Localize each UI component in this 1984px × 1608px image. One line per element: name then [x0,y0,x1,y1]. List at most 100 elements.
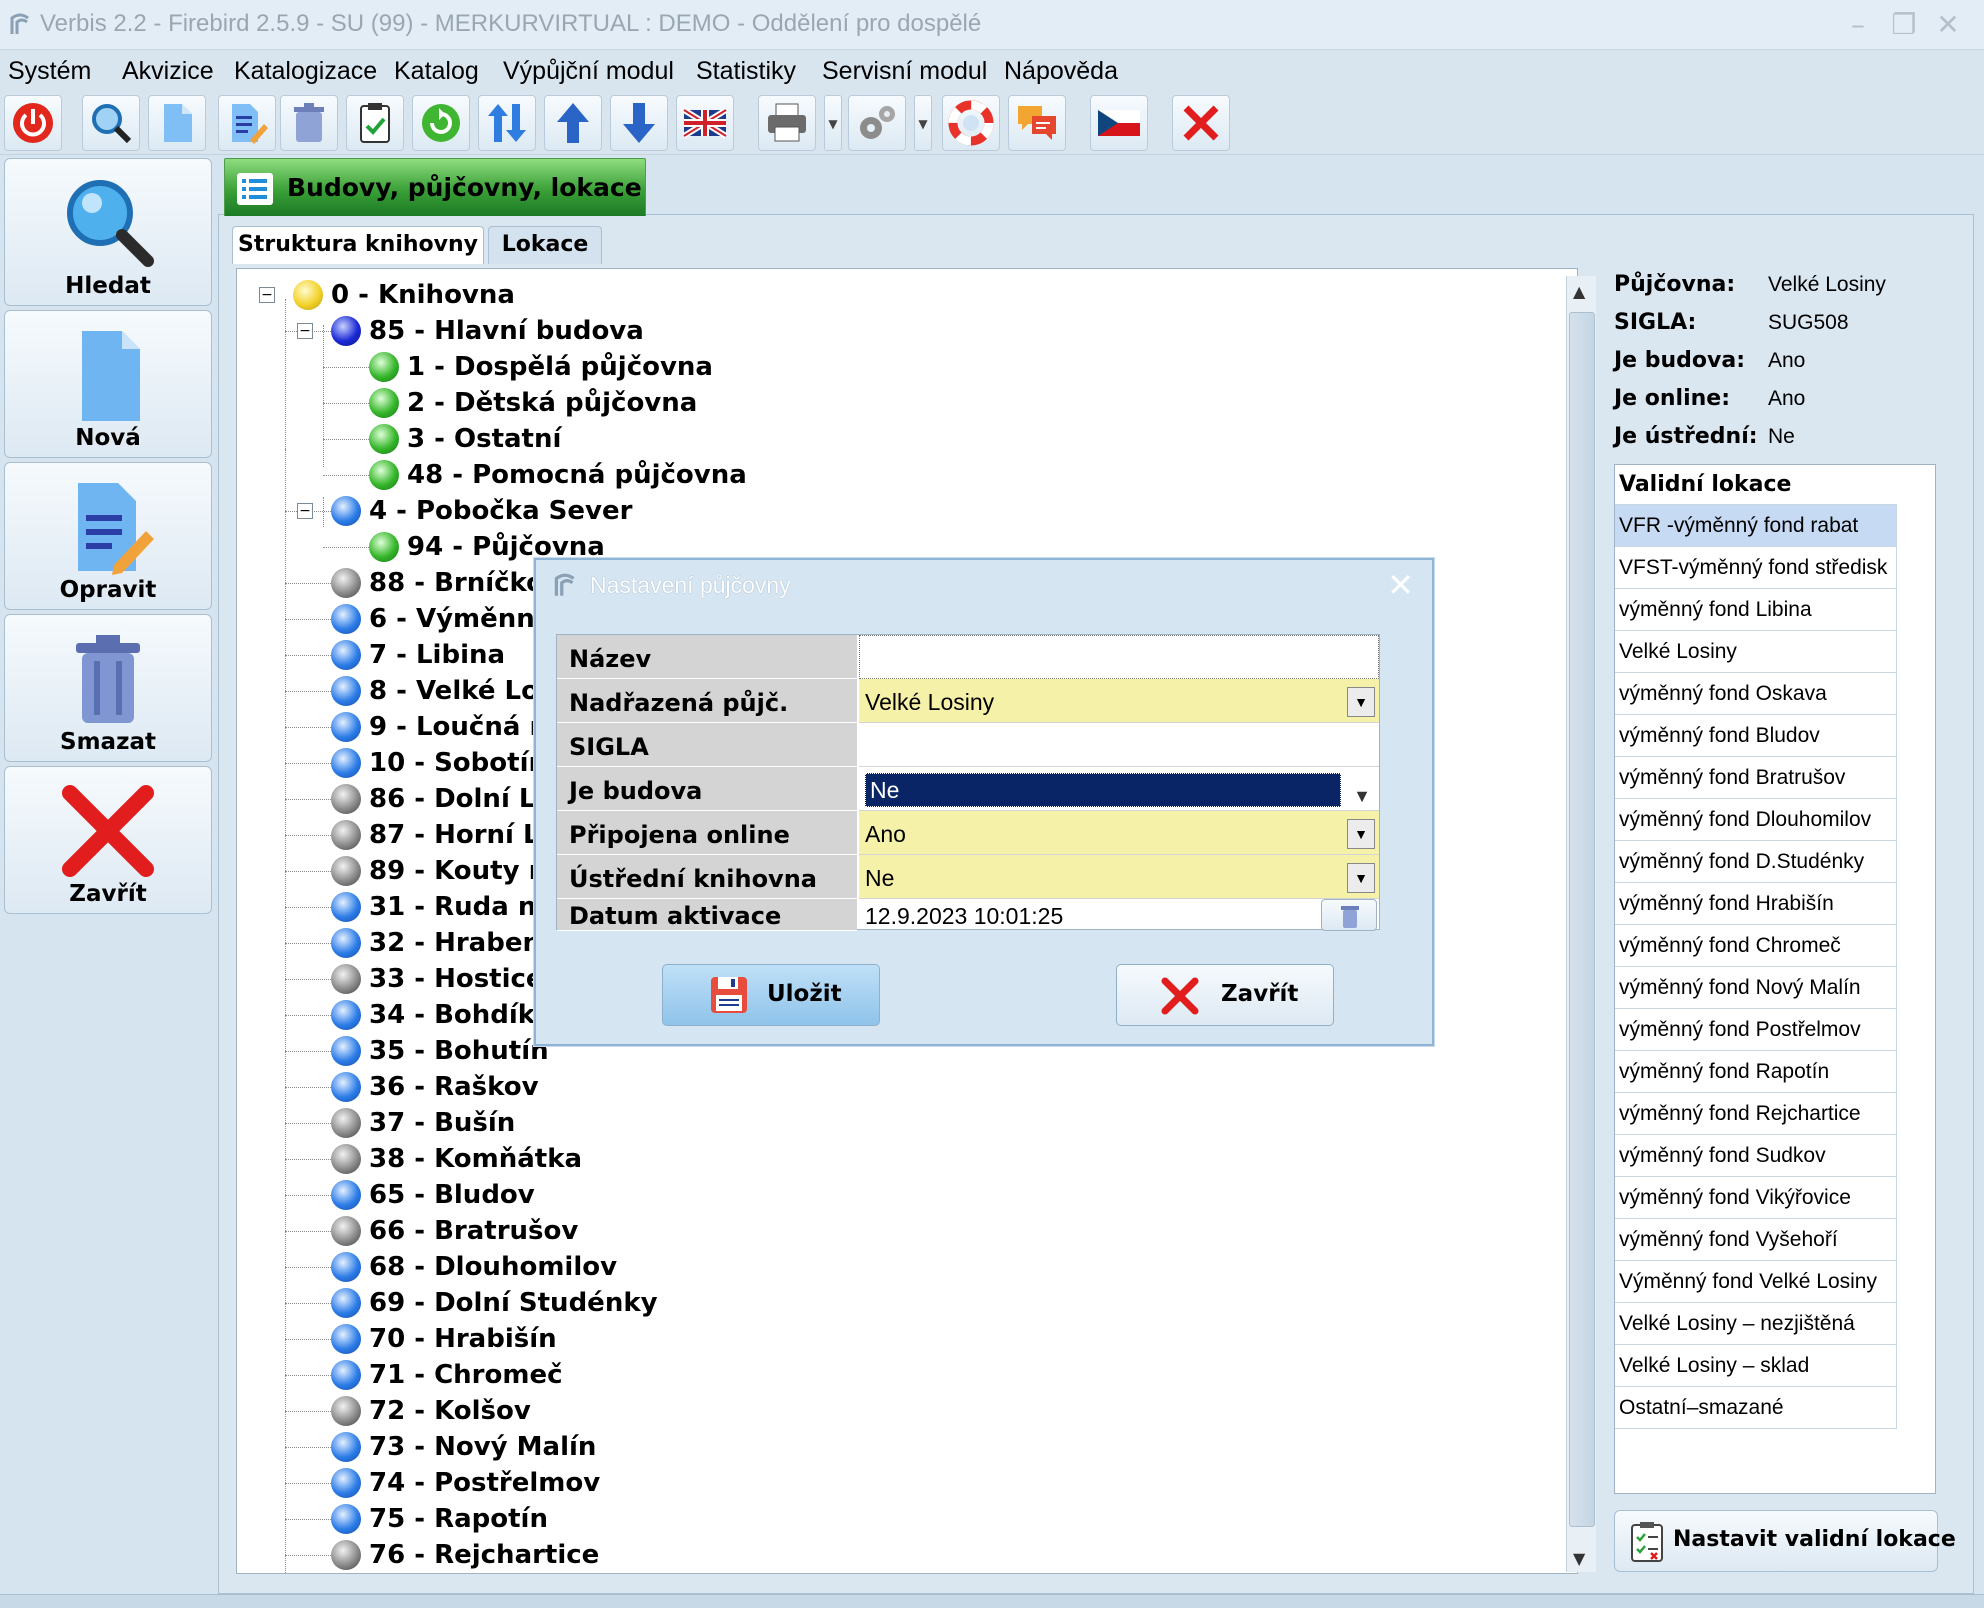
branch-settings-dialog: Nastavení půjčovny ✕ Název Nadřazená půj… [534,558,1434,1046]
menu-vypujcni-modul[interactable]: Výpůjční modul [503,57,674,86]
info-sigla-label: SIGLA: [1614,310,1697,335]
budova-select[interactable]: Ne ▼ [859,767,1379,811]
tree-node-label: 32 - Hrabeno [369,928,559,958]
menu-servisni-modul[interactable]: Servisní modul [822,57,987,86]
scroll-up-icon[interactable]: ▲ [1573,282,1585,301]
search-toolbar-button[interactable] [82,95,140,151]
valid-location-item[interactable]: VFST-výměnný fond středisk [1615,547,1897,589]
tab-struktura-knihovny[interactable]: Struktura knihovny [232,226,484,264]
menu-system[interactable]: Systém [8,57,91,86]
menu-bar: Systém Akvizice Katalogizace Katalog Výp… [0,51,1984,91]
form-row-nazev: Název [557,635,1379,679]
nazev-input[interactable] [859,635,1379,679]
tree-scrollbar[interactable]: ▲ ▼ [1566,276,1596,1572]
menu-katalog[interactable]: Katalog [394,57,479,86]
save-button[interactable]: Uložit [662,964,880,1026]
set-valid-locations-button[interactable]: Nastavit validní lokace [1614,1510,1956,1572]
maximize-button[interactable]: ❐ [1884,8,1924,42]
valid-location-item[interactable]: výměnný fond Dlouhomilov [1615,799,1897,841]
menu-akvizice[interactable]: Akvizice [122,57,214,86]
scroll-down-icon[interactable]: ▼ [1573,1549,1585,1568]
menu-napoveda[interactable]: Nápověda [1004,57,1118,86]
valid-location-item[interactable]: výměnný fond Postřelmov [1615,1009,1897,1051]
valid-location-item[interactable]: výměnný fond Bratrušov [1615,757,1897,799]
blue-status-ball-icon [331,640,361,670]
toolbar: ▼ ▼ [0,91,1984,155]
clear-date-button[interactable] [1321,899,1377,931]
tree-connector-line [285,1303,331,1304]
valid-location-item[interactable]: výměnný fond Vyšehoří [1615,1219,1897,1261]
move-down-toolbar-button[interactable] [610,95,668,151]
online-select[interactable]: Ano ▼ [859,811,1379,855]
valid-location-item[interactable]: Velké Losiny [1615,631,1897,673]
refresh-toolbar-button[interactable] [412,95,470,151]
ustredni-select[interactable]: Ne ▼ [859,855,1379,899]
sigla-input[interactable] [859,723,1379,767]
floppy-disk-icon [711,977,747,1013]
valid-location-item[interactable]: výměnný fond Libina [1615,589,1897,631]
valid-location-item[interactable]: výměnný fond Oskava [1615,673,1897,715]
new-toolbar-button[interactable] [148,95,206,151]
tree-node-label: 74 - Postřelmov [369,1468,601,1498]
help-toolbar-button[interactable] [942,95,1000,151]
english-language-button[interactable] [676,95,734,151]
menu-katalogizace[interactable]: Katalogizace [234,57,377,86]
close-toolbar-button[interactable] [1172,95,1230,151]
valid-location-item[interactable]: výměnný fond Chromeč [1615,925,1897,967]
chevron-down-icon[interactable]: ▼ [1347,687,1375,717]
tree-connector-line [285,727,331,728]
minimize-button[interactable]: – [1838,8,1878,42]
valid-location-item[interactable]: výměnný fond Hrabišín [1615,883,1897,925]
print-dropdown-button[interactable]: ▼ [824,95,842,151]
valid-location-item[interactable]: výměnný fond Rejchartice [1615,1093,1897,1135]
delete-side-button[interactable]: Smazat [4,614,212,762]
settings-dropdown-button[interactable]: ▼ [914,95,932,151]
messages-toolbar-button[interactable] [1008,95,1066,151]
valid-location-item[interactable]: výměnný fond Sudkov [1615,1135,1897,1177]
tree-connector-line [285,1411,331,1412]
close-side-button[interactable]: Zavřít [4,766,212,914]
delete-toolbar-button[interactable] [280,95,338,151]
valid-location-item[interactable]: výměnný fond Bludov [1615,715,1897,757]
gray-status-ball-icon [331,1216,361,1246]
edit-side-button[interactable]: Opravit [4,462,212,610]
panel-title-tab[interactable]: Budovy, půjčovny, lokace [224,158,646,216]
valid-location-item[interactable]: výměnný fond Vikýřovice [1615,1177,1897,1219]
power-button[interactable] [4,95,62,151]
edit-toolbar-button[interactable] [218,95,276,151]
chevron-down-icon[interactable]: ▼ [1347,863,1375,893]
valid-location-item[interactable]: Velké Losiny – sklad [1615,1345,1897,1387]
tree-collapse-toggle[interactable]: − [297,323,313,339]
settings-toolbar-button[interactable] [848,95,906,151]
form-row-online: Připojena online Ano ▼ [557,811,1379,855]
close-window-button[interactable]: ✕ [1928,8,1968,42]
dialog-close-icon[interactable]: ✕ [1387,566,1414,604]
sort-toolbar-button[interactable] [478,95,536,151]
valid-location-item[interactable]: Velké Losiny – nezjištěná [1615,1303,1897,1345]
menu-statistiky[interactable]: Statistiky [696,57,796,86]
tree-collapse-toggle[interactable]: − [259,287,275,303]
valid-location-item[interactable]: výměnný fond Nový Malín [1615,967,1897,1009]
scrollbar-thumb[interactable] [1569,312,1595,1527]
tab-lokace[interactable]: Lokace [488,226,602,264]
new-document-icon [82,331,140,421]
blue-status-ball-icon [331,928,361,958]
close-button[interactable]: Zavřít [1116,964,1334,1026]
valid-location-item[interactable]: výměnný fond Rapotín [1615,1051,1897,1093]
valid-location-item[interactable]: Ostatní–smazané [1615,1387,1897,1429]
czech-language-button[interactable] [1090,95,1148,151]
print-toolbar-button[interactable] [758,95,816,151]
valid-location-item[interactable]: VFR -výměnný fond rabat [1615,505,1897,547]
valid-location-item[interactable]: výměnný fond D.Studénky [1615,841,1897,883]
chevron-down-icon[interactable]: ▼ [1347,819,1375,849]
move-up-toolbar-button[interactable] [544,95,602,151]
valid-location-item[interactable]: Výměnný fond Velké Losiny [1615,1261,1897,1303]
green-status-ball-icon [369,388,399,418]
tree-collapse-toggle[interactable]: − [297,503,313,519]
info-ustredni-value: Ne [1768,425,1795,448]
new-side-button[interactable]: Nová [4,310,212,458]
clipboard-toolbar-button[interactable] [346,95,404,151]
nadrazena-select[interactable]: Velké Losiny ▼ [859,679,1379,723]
search-side-button[interactable]: Hledat [4,158,212,306]
close-x-icon [1183,105,1219,141]
